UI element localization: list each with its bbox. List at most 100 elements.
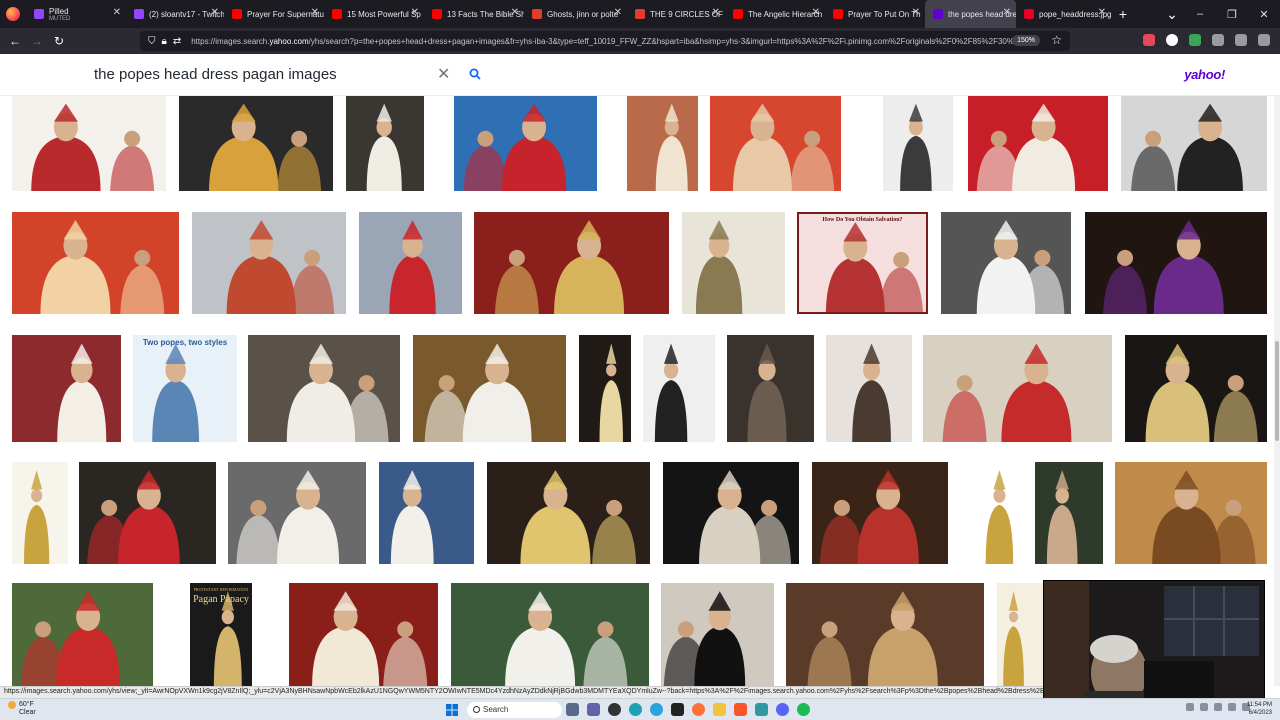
task-view-icon[interactable] xyxy=(566,703,579,716)
pope-kneeling-photo[interactable] xyxy=(923,335,1112,442)
lock-icon[interactable]: 🔒︎ xyxy=(162,36,167,47)
woman-veil-portrait[interactable] xyxy=(826,335,912,442)
tribal-headdress-cardinal-photo[interactable] xyxy=(79,462,216,564)
tray-chevron-icon[interactable] xyxy=(1186,703,1194,711)
address-bar[interactable]: ⛉ 🔒︎ ⇄ https://images.search.yahoo.com/y… xyxy=(140,31,1070,51)
close-tab-icon[interactable]: ✕ xyxy=(614,8,622,18)
browser-tab[interactable]: the popes head dres ✕ xyxy=(925,0,1016,28)
st-peters-headdress-photo[interactable] xyxy=(192,212,346,314)
scrollbar-thumb[interactable] xyxy=(1275,341,1279,441)
yahoo-logo[interactable]: yahoo! xyxy=(1184,67,1225,82)
discord-icon[interactable] xyxy=(776,703,789,716)
search-input[interactable]: the popes head dress pagan images xyxy=(94,66,337,83)
taskbar-search[interactable]: Search xyxy=(467,702,562,718)
pope-blessing-tribesman-photo[interactable] xyxy=(454,96,597,191)
tray-app-icon[interactable] xyxy=(1214,703,1222,711)
zoom-level-badge[interactable]: 150% xyxy=(1012,35,1040,46)
bishop-vestments-photo[interactable] xyxy=(627,96,698,191)
three-mitres-photo[interactable] xyxy=(1125,335,1267,442)
close-tab-icon[interactable]: ✕ xyxy=(311,8,319,18)
clear-search-icon[interactable]: ✕ xyxy=(437,64,450,84)
pope-francis-madonna-photo[interactable] xyxy=(228,462,366,564)
pope-receiving-gift-photo[interactable] xyxy=(12,583,153,686)
page-scrollbar[interactable] xyxy=(1274,96,1280,686)
native-headdress-man-photo[interactable] xyxy=(12,212,179,314)
extensions-icon[interactable] xyxy=(1235,34,1247,46)
close-tab-icon[interactable]: ✕ xyxy=(1003,8,1011,18)
terminal-icon[interactable] xyxy=(671,703,684,716)
papal-tiara-gold-photo[interactable] xyxy=(12,462,68,564)
pocket-icon[interactable] xyxy=(1143,34,1155,46)
forward-button[interactable]: → xyxy=(26,34,48,48)
pope-ceremony-gold-photo[interactable] xyxy=(289,583,438,686)
firefox-logo-icon[interactable] xyxy=(0,0,26,28)
browser-tab[interactable]: 13 Facts The Bible Sh ✕ xyxy=(424,0,524,28)
search-icon[interactable] xyxy=(469,68,481,80)
browser-tab[interactable]: Ghosts, jinn or polte ✕ xyxy=(524,0,627,28)
close-tab-icon[interactable]: ✕ xyxy=(712,8,720,18)
native-dancers-photo[interactable] xyxy=(812,462,948,564)
pope-cardinals-photo[interactable] xyxy=(12,96,166,191)
beaded-veil-photo[interactable] xyxy=(727,335,814,442)
file-explorer-icon[interactable] xyxy=(713,703,726,716)
browser-tab[interactable]: pope_headdress.jpg ✕ xyxy=(1016,0,1111,28)
permissions-icon[interactable]: ⇄ xyxy=(173,36,181,47)
pope-benedict-smiling-photo[interactable] xyxy=(248,335,400,442)
pope-gold-mitre-purple-photo[interactable] xyxy=(1085,212,1267,314)
restore-button[interactable]: ❐ xyxy=(1216,0,1248,28)
menu-icon[interactable] xyxy=(1258,34,1270,46)
brave-icon[interactable] xyxy=(734,703,747,716)
close-tab-icon[interactable]: ✕ xyxy=(411,8,419,18)
papal-emblem-gold[interactable] xyxy=(961,462,1022,564)
pope-white-robe-photo[interactable] xyxy=(346,96,424,191)
browser-tab[interactable]: (2) sloantv17 - Twitch ✕ xyxy=(126,0,224,28)
network-icon[interactable] xyxy=(1228,703,1236,711)
browser-tab[interactable]: Prayer To Put On Th ✕ xyxy=(825,0,925,28)
url-text[interactable]: https://images.search.yahoo.com/yhs/sear… xyxy=(191,37,1021,46)
pope-tiara-bw-photo[interactable] xyxy=(1121,96,1267,191)
close-window-button[interactable]: ✕ xyxy=(1248,0,1280,28)
close-tab-icon[interactable]: ✕ xyxy=(113,8,121,18)
teams-chat-icon[interactable] xyxy=(587,703,600,716)
pope-greeting-children-photo[interactable] xyxy=(451,583,649,686)
pope-procession-photo[interactable] xyxy=(12,335,121,442)
back-button[interactable]: ← xyxy=(4,34,26,48)
pope-red-cape-photo[interactable] xyxy=(359,212,462,314)
crowd-ceremony-photo[interactable] xyxy=(786,583,984,686)
bookmark-star-icon[interactable]: ☆ xyxy=(1051,33,1062,47)
weather-widget[interactable]: 60°F Clear xyxy=(8,701,36,717)
close-tab-icon[interactable]: ✕ xyxy=(812,8,820,18)
pagan-papacy-book-cover[interactable]: PROTESTANT REFORMATION Pagan Papacy xyxy=(190,583,252,686)
dark-headdress-woman-photo[interactable] xyxy=(643,335,715,442)
two-popes-two-styles-infographic[interactable]: Two popes, two styles xyxy=(133,335,237,442)
pope-gold-mitre-closeup[interactable] xyxy=(579,335,631,442)
renaissance-painting[interactable] xyxy=(1115,462,1267,564)
app-black-icon[interactable] xyxy=(608,703,621,716)
browser-tab[interactable]: The Angelic Hierarch ✕ xyxy=(725,0,825,28)
cardinals-red-ceremony-photo[interactable] xyxy=(968,96,1108,191)
taskbar-clock[interactable]: 11:54 PM 6/4/2023 xyxy=(1247,701,1272,717)
pope-gold-mitre-waving-photo[interactable] xyxy=(487,462,650,564)
close-tab-icon[interactable]: ✕ xyxy=(511,8,519,18)
pope-gold-mitre-blue-photo[interactable] xyxy=(379,462,474,564)
gold-mitre-partial[interactable] xyxy=(997,583,1043,686)
salvation-poster[interactable]: How Do You Obtain Salvation? xyxy=(797,212,928,314)
browser-tab[interactable]: 15 Most Powerful Sp ✕ xyxy=(324,0,424,28)
carved-relief-bw[interactable] xyxy=(883,96,953,191)
telegram-icon[interactable] xyxy=(650,703,663,716)
pope-swiss-guard-photo[interactable] xyxy=(179,96,333,191)
firefox-taskbar-icon[interactable] xyxy=(692,703,705,716)
pope-meeting-tribe-photo[interactable] xyxy=(663,462,799,564)
edge-icon[interactable] xyxy=(629,703,642,716)
browser-tab[interactable]: THE 9 CIRCLES OF H ✕ xyxy=(627,0,725,28)
new-tab-button[interactable]: + xyxy=(1111,0,1135,28)
windows-start-icon[interactable] xyxy=(446,704,458,716)
browser-tab[interactable]: Prayer For Supernatu ✕ xyxy=(224,0,324,28)
tab-list-button[interactable]: ⌄ xyxy=(1160,0,1184,28)
close-tab-icon[interactable]: ✕ xyxy=(211,8,219,18)
tray-app-icon[interactable] xyxy=(1200,703,1208,711)
downloads-icon[interactable] xyxy=(1212,34,1224,46)
pope-meeting-president-photo[interactable] xyxy=(661,583,774,686)
gold-mitres-collage[interactable] xyxy=(474,212,669,314)
tribal-shaman-photo[interactable] xyxy=(1035,462,1103,564)
